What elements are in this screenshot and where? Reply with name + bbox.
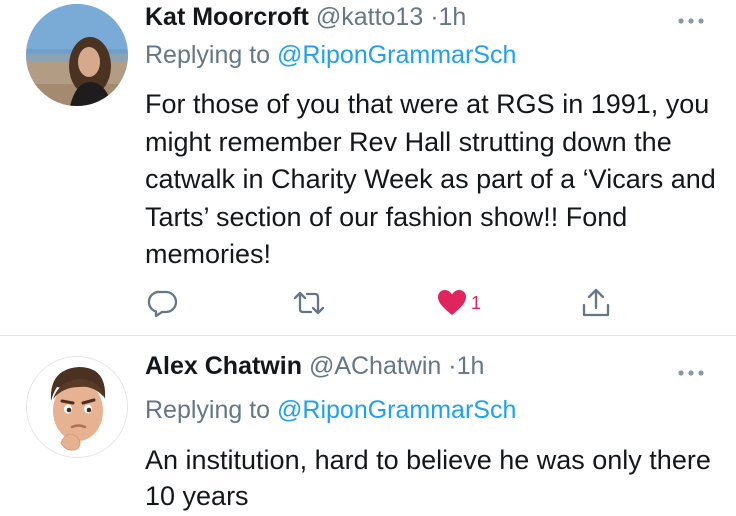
replying-prefix: Replying to xyxy=(145,396,271,424)
like-button[interactable]: 1 xyxy=(437,285,481,321)
user-handle[interactable]: @AChatwin xyxy=(309,352,441,380)
replying-to: Replying to @RiponGrammarSch xyxy=(145,396,516,425)
tweet-header: Alex Chatwin @AChatwin ·1h xyxy=(145,352,484,381)
separator-dot: · xyxy=(448,352,457,380)
heart-filled-icon xyxy=(438,290,466,315)
replying-to-mention[interactable]: @RiponGrammarSch xyxy=(277,396,516,424)
reply-button[interactable] xyxy=(147,285,179,321)
timestamp[interactable]: 1h xyxy=(439,3,467,31)
user-handle[interactable]: @katto13 xyxy=(316,3,423,31)
tweet-text: For those of you that were at RGS in 199… xyxy=(145,89,716,269)
timestamp[interactable]: 1h xyxy=(457,352,485,380)
tweet-header: Kat Moorcroft @katto13 ·1h xyxy=(145,3,466,32)
replying-prefix: Replying to xyxy=(145,41,271,69)
more-options-icon[interactable] xyxy=(676,13,706,24)
avatar-photo xyxy=(26,4,128,106)
replying-to-mention[interactable]: @RiponGrammarSch xyxy=(277,41,516,69)
tweet[interactable]: Kat Moorcroft @katto13 ·1h Replying to @… xyxy=(0,0,736,335)
display-name[interactable]: Kat Moorcroft xyxy=(145,3,309,31)
display-name[interactable]: Alex Chatwin xyxy=(145,352,302,380)
avatar[interactable] xyxy=(26,356,128,458)
more-options-icon[interactable] xyxy=(676,365,706,376)
separator-dot: · xyxy=(430,3,439,31)
replying-to: Replying to @RiponGrammarSch xyxy=(145,41,516,70)
tweet-text: An institution, hard to believe he was o… xyxy=(145,445,711,511)
avatar[interactable] xyxy=(26,4,128,106)
tweet-actions: 1 xyxy=(0,285,736,325)
memoji-avatar xyxy=(27,357,127,457)
like-count: 1 xyxy=(471,292,482,313)
share-button[interactable] xyxy=(581,285,611,321)
share-icon xyxy=(582,288,610,317)
comment-icon xyxy=(147,290,178,318)
retweet-icon xyxy=(293,291,325,315)
retweet-button[interactable] xyxy=(292,285,326,321)
tweet-divider xyxy=(0,335,736,336)
